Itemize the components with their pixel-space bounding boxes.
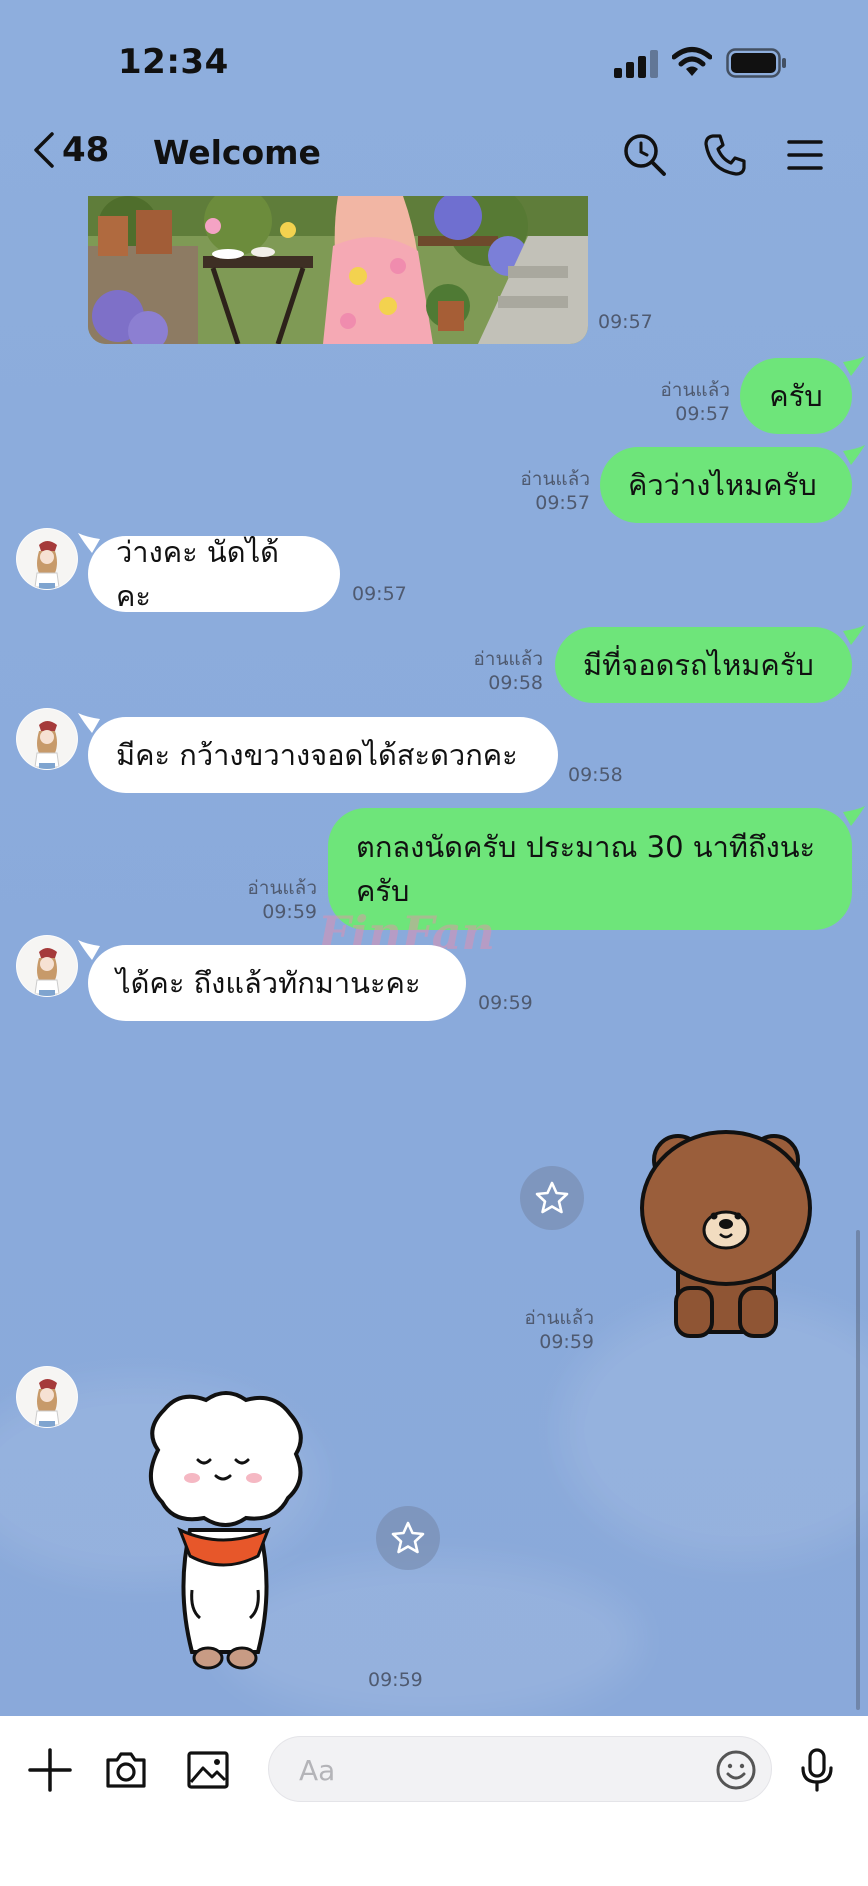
plus-icon[interactable]	[26, 1746, 74, 1794]
search-icon[interactable]	[620, 130, 670, 180]
read-receipt: อ่านแล้ว 09:57	[660, 379, 730, 425]
brown-bear-sticker[interactable]	[636, 1118, 816, 1346]
read-receipt: อ่านแล้ว 09:58	[473, 648, 543, 694]
star-icon	[391, 1521, 425, 1554]
read-receipt: อ่านแล้ว 09:57	[520, 468, 590, 514]
white-sheep-sticker[interactable]	[140, 1390, 310, 1680]
message-time: 09:57	[598, 311, 653, 333]
scrollbar[interactable]	[856, 1230, 860, 1710]
message-text: คิวว่างไหมครับ	[628, 468, 817, 502]
bubble-tail	[843, 445, 865, 465]
wifi-icon	[672, 47, 712, 76]
message-input-container[interactable]	[268, 1736, 772, 1803]
avatar[interactable]	[16, 708, 78, 770]
chat-screen: 12:34 48 Welcome 09:57 อ่านแล้ว 09:57 คร…	[0, 0, 868, 1886]
read-receipt: อ่านแล้ว 09:59	[247, 877, 317, 923]
message-time: 09:57	[352, 583, 407, 605]
avatar[interactable]	[16, 935, 78, 997]
avatar[interactable]	[16, 528, 78, 590]
message-time: 09:58	[568, 764, 623, 786]
message-time: 09:59	[478, 992, 533, 1014]
microphone-icon[interactable]	[793, 1746, 841, 1794]
favorite-sticker-button[interactable]	[376, 1506, 440, 1570]
favorite-sticker-button[interactable]	[520, 1166, 584, 1230]
incoming-message[interactable]: ว่างคะ นัดได้คะ	[88, 535, 340, 613]
camera-icon[interactable]	[102, 1746, 150, 1794]
incoming-message[interactable]: มีคะ กว้างขวางจอดได้สะดวกคะ	[88, 717, 558, 793]
outgoing-message[interactable]: คิวว่างไหมครับ	[600, 447, 852, 523]
message-text: ว่างคะ นัดได้คะ	[116, 535, 279, 613]
battery-icon	[726, 48, 786, 78]
message-text: ครับ	[769, 379, 823, 413]
image-icon[interactable]	[184, 1746, 232, 1794]
menu-icon[interactable]	[780, 130, 830, 180]
cellular-signal-icon	[614, 50, 658, 78]
read-receipt: อ่านแล้ว 09:59	[524, 1307, 594, 1353]
bubble-tail	[843, 625, 865, 645]
back-icon	[34, 132, 54, 168]
garden-photo	[88, 196, 588, 344]
unread-count: 48	[62, 130, 110, 170]
phone-icon[interactable]	[700, 130, 750, 180]
avatar-illustration	[34, 541, 60, 589]
avatar-illustration	[34, 721, 60, 769]
message-text: ได้คะ ถึงแล้วทักมานะคะ	[116, 966, 421, 1000]
bubble-tail	[843, 356, 865, 376]
outgoing-message[interactable]: ครับ	[740, 358, 852, 434]
bubble-tail	[843, 806, 865, 826]
emoji-icon[interactable]	[715, 1749, 757, 1791]
photo-message[interactable]	[88, 196, 588, 344]
incoming-message[interactable]: ได้คะ ถึงแล้วทักมานะคะ	[88, 945, 466, 1021]
message-text: มีคะ กว้างขวางจอดได้สะดวกคะ	[116, 738, 518, 772]
chat-title: Welcome	[153, 133, 321, 172]
status-time: 12:34	[118, 42, 229, 82]
message-text-line-1: ตกลงนัดครับ ประมาณ 30 นาทีถึงนะ	[356, 830, 816, 864]
outgoing-message[interactable]: มีที่จอดรถไหมครับ	[555, 627, 852, 703]
avatar-illustration	[34, 948, 60, 996]
message-input[interactable]	[297, 1737, 681, 1803]
message-time: 09:59	[368, 1669, 423, 1691]
avatar-illustration	[34, 1379, 60, 1427]
back-button[interactable]: 48	[30, 130, 109, 170]
avatar[interactable]	[16, 1366, 78, 1428]
star-icon	[535, 1181, 569, 1214]
message-text: มีที่จอดรถไหมครับ	[583, 648, 814, 682]
